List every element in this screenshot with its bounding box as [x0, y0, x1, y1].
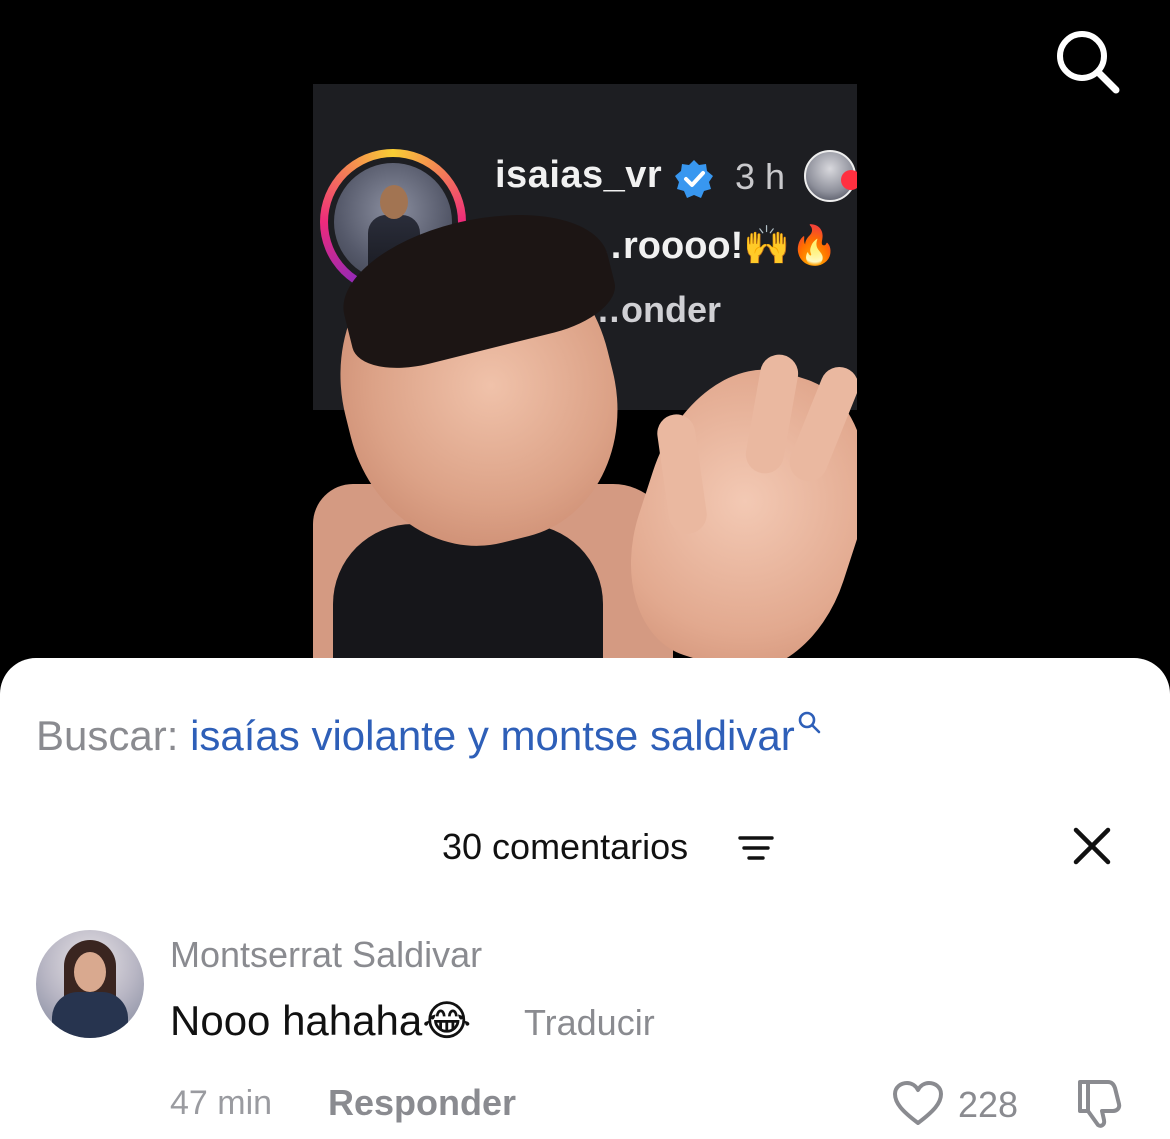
- search-prefix: Buscar:: [36, 712, 179, 759]
- translate-link[interactable]: Traducir: [524, 1002, 655, 1044]
- comment-body: Nooo hahaha: [170, 997, 423, 1044]
- like-count: 228: [958, 1084, 1019, 1125]
- video-player[interactable]: isaias_vr 3 h …roooo!🙌🔥 …onder: [0, 0, 1170, 700]
- heart-outline-icon[interactable]: [892, 1080, 944, 1126]
- comments-count-title: 30 comentarios: [442, 826, 689, 867]
- search-icon: [798, 711, 820, 734]
- meme-image: isaias_vr 3 h …roooo!🙌🔥 …onder: [313, 84, 857, 674]
- ig-time: 3 h: [735, 156, 786, 197]
- search-query-link[interactable]: isaías violante y montse saldivar: [190, 712, 795, 759]
- ig-comment-text: …roooo!🙌🔥: [585, 225, 838, 267]
- search-icon[interactable]: [1052, 26, 1122, 96]
- verified-badge-icon: [675, 160, 713, 198]
- ig-username: isaias_vr: [495, 154, 663, 196]
- close-icon[interactable]: [1068, 822, 1116, 870]
- search-suggestion[interactable]: Buscar: isaías violante y montse saldiva…: [36, 711, 820, 760]
- avatar[interactable]: [36, 930, 144, 1038]
- laughing-emoji: 😂: [422, 997, 472, 1044]
- thumbs-down-icon[interactable]: [1070, 1076, 1124, 1130]
- comment-time: 47 min: [170, 1084, 273, 1122]
- person-tank-top: [333, 524, 603, 674]
- comment-author[interactable]: Montserrat Saldivar: [170, 934, 482, 976]
- reply-button[interactable]: Responder: [328, 1082, 516, 1124]
- heart-icon: [841, 170, 857, 190]
- sort-lines-icon[interactable]: [738, 834, 774, 862]
- comment-text: Nooo hahaha😂: [170, 996, 471, 1045]
